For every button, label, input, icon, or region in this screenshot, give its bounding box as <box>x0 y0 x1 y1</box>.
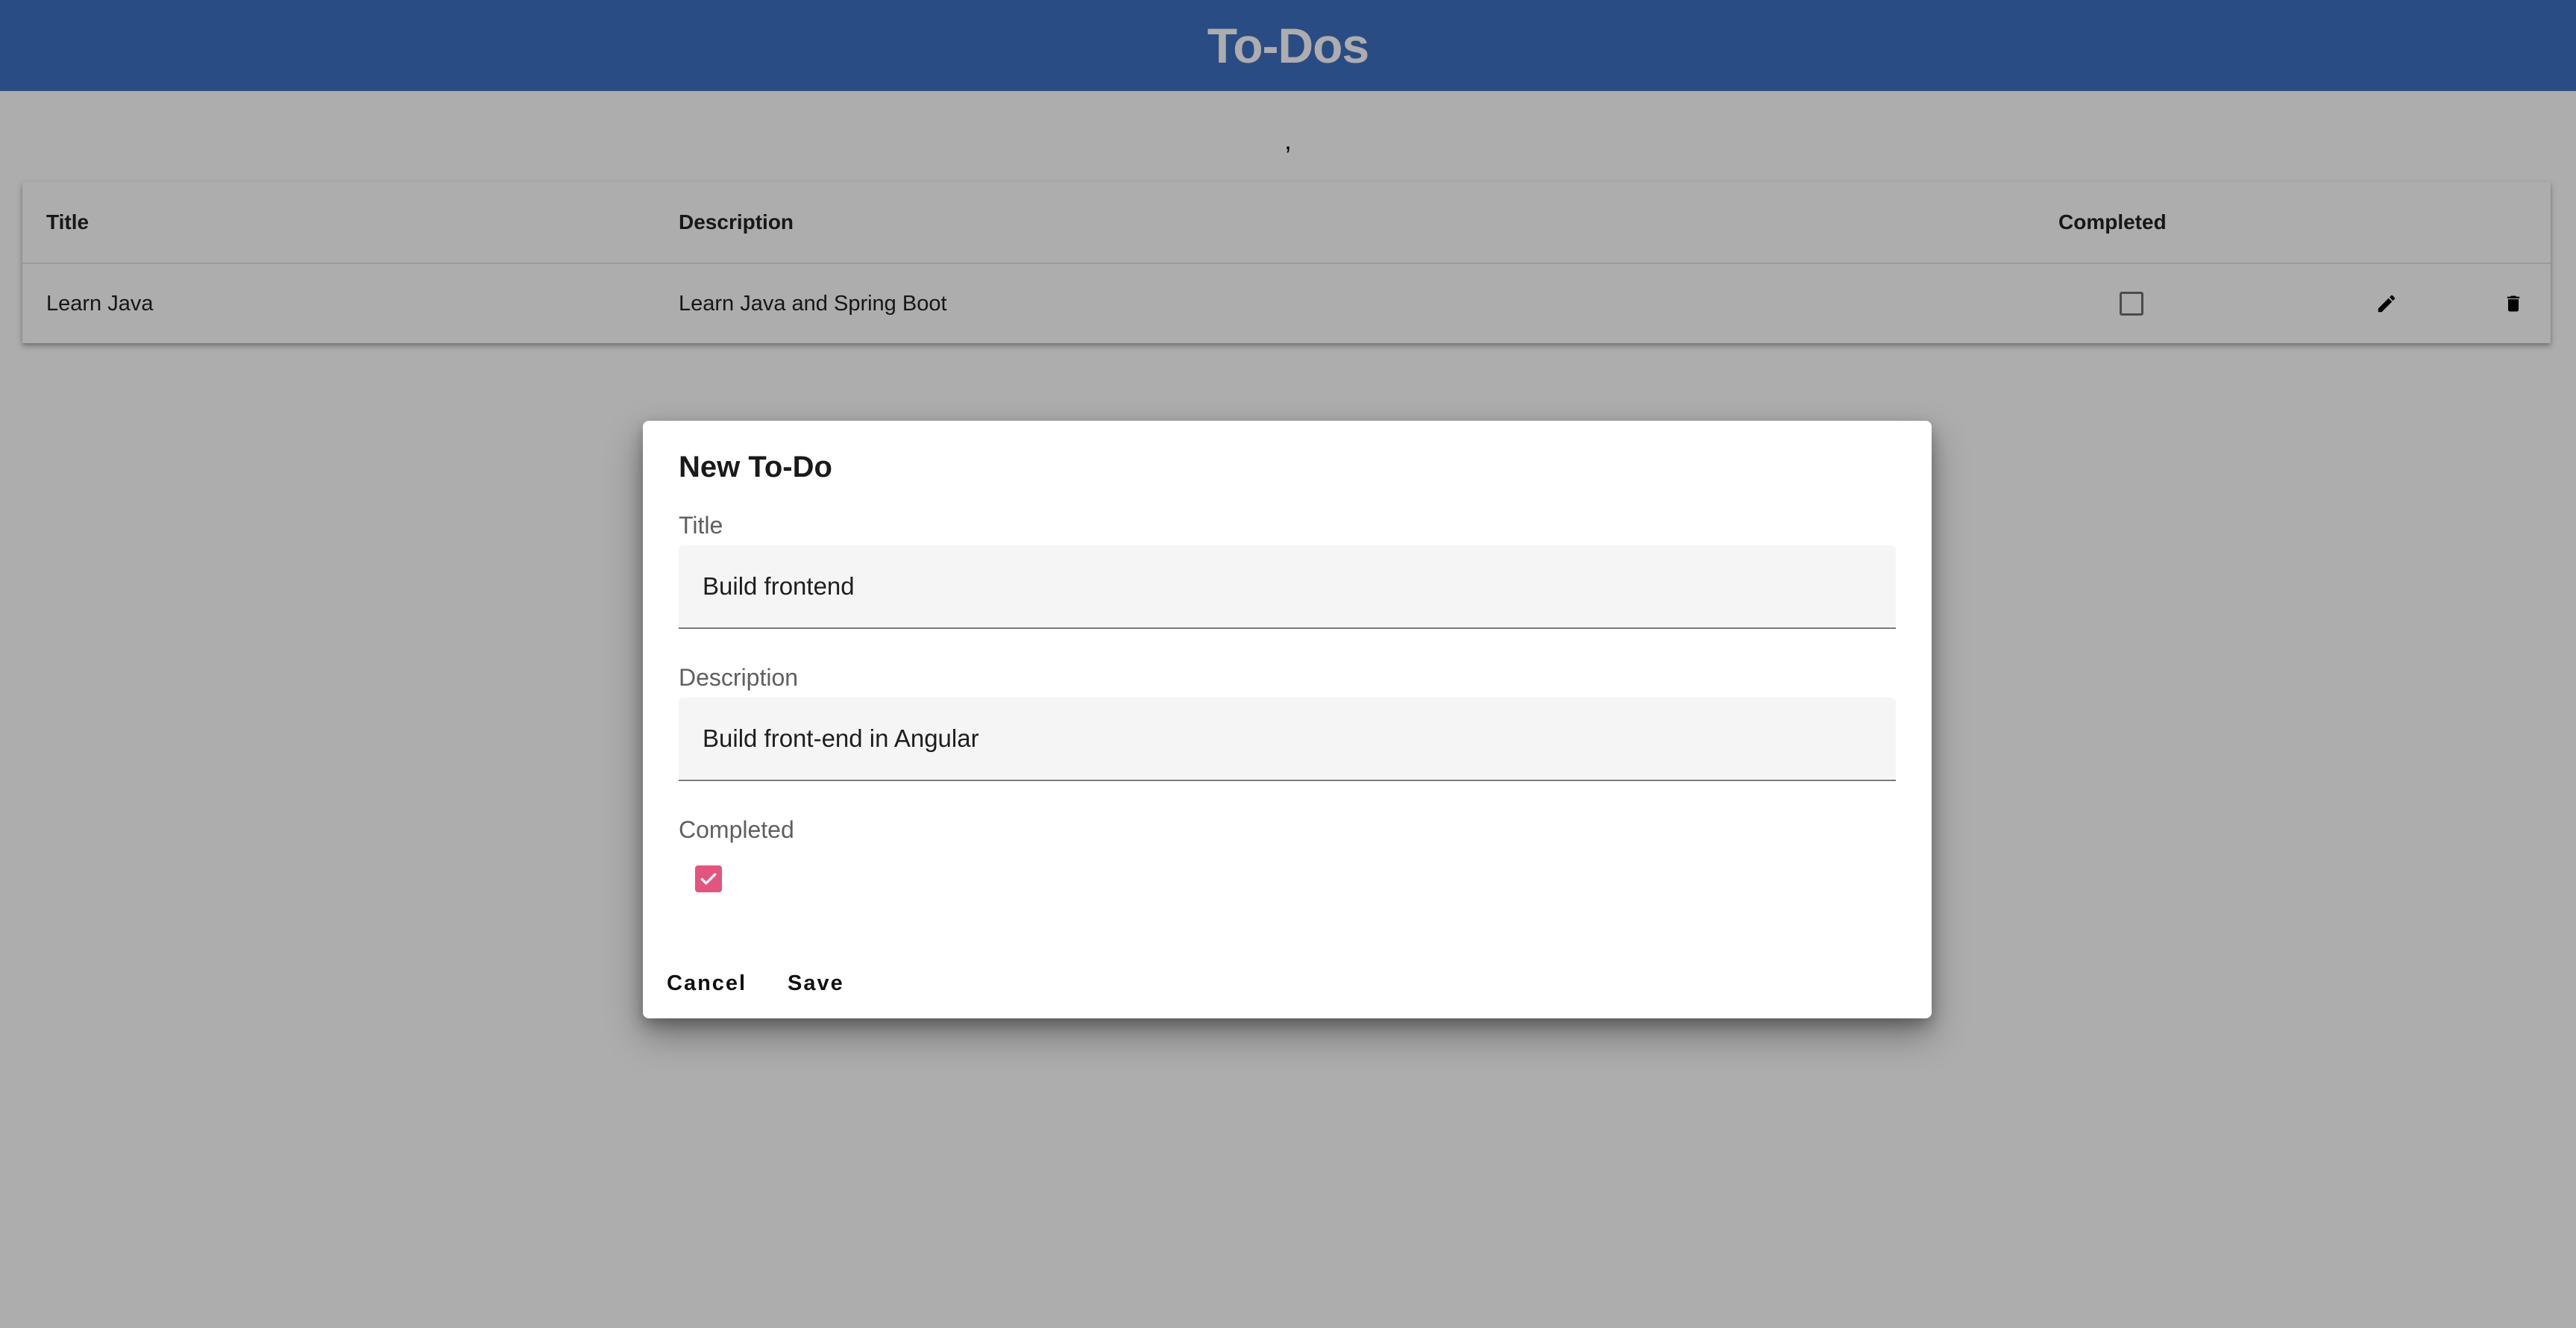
dialog-title: New To-Do <box>679 451 832 483</box>
completed-label: Completed <box>679 816 794 843</box>
save-button[interactable]: Save <box>779 959 853 1007</box>
title-label: Title <box>679 512 723 539</box>
new-todo-dialog: New To-Do Title Description Completed Ca… <box>643 421 1932 1018</box>
cancel-button[interactable]: Cancel <box>658 959 755 1007</box>
title-input[interactable] <box>679 545 1896 629</box>
description-input[interactable] <box>679 698 1896 781</box>
checkmark-icon <box>700 873 717 885</box>
description-label: Description <box>679 664 799 691</box>
completed-checkbox[interactable] <box>695 865 722 892</box>
